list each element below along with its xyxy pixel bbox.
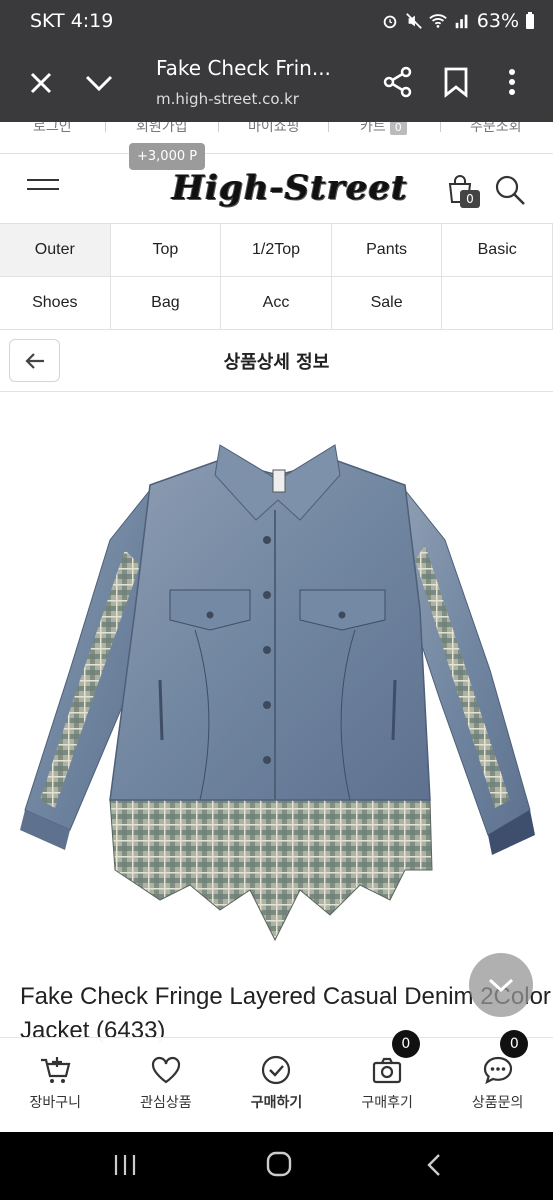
wifi-icon xyxy=(429,14,447,28)
buy-now-button[interactable]: 구매하기 xyxy=(221,1038,332,1132)
heart-icon xyxy=(151,1056,180,1084)
mute-icon xyxy=(405,13,422,29)
more-vertical-icon[interactable] xyxy=(500,66,524,98)
add-to-cart-button[interactable]: 장바구니 xyxy=(0,1038,111,1132)
browser-url[interactable]: m.high-street.co.kr xyxy=(156,90,299,108)
back-nav-icon[interactable] xyxy=(424,1152,444,1178)
divider xyxy=(218,122,219,132)
bookmark-icon[interactable] xyxy=(440,66,472,98)
action-label: 관심상품 xyxy=(140,1095,192,1111)
action-label: 구매하기 xyxy=(250,1095,303,1111)
chat-icon xyxy=(483,1056,512,1085)
chevron-down-icon xyxy=(488,978,514,993)
category-shoes[interactable]: Shoes xyxy=(0,277,111,330)
section-header: 상품상세 정보 xyxy=(0,330,553,392)
browser-toolbar: Fake Check Frin... m.high-street.co.kr xyxy=(0,44,553,122)
category-menu: Outer Top 1/2Top Pants Basic Shoes Bag A… xyxy=(0,224,553,330)
product-image[interactable] xyxy=(10,430,550,950)
status-bar: SKT 4:19 63% xyxy=(0,0,553,44)
signal-icon xyxy=(455,14,468,29)
category-bag[interactable]: Bag xyxy=(110,277,222,330)
action-label: 장바구니 xyxy=(29,1095,82,1111)
status-icons: 63% xyxy=(381,10,535,32)
site-logo[interactable]: High-Street xyxy=(172,168,408,208)
category-pants[interactable]: Pants xyxy=(331,224,443,277)
category-acc[interactable]: Acc xyxy=(221,277,332,330)
category-top[interactable]: Top xyxy=(110,224,222,277)
divider xyxy=(440,122,441,132)
category-empty xyxy=(442,277,553,330)
divider xyxy=(105,122,106,132)
top-links: 로그인 회원가입 마이쇼핑 카트 0 주문조회 xyxy=(0,122,553,154)
cart-link[interactable]: 카트 0 xyxy=(360,122,407,136)
action-label: 상품문의 xyxy=(471,1095,524,1111)
alarm-icon xyxy=(383,15,397,29)
cart-count-badge: 0 xyxy=(460,190,480,208)
reviews-count-badge: 0 xyxy=(391,1030,420,1058)
inquiry-count-badge: 0 xyxy=(500,1030,529,1058)
category-basic[interactable]: Basic xyxy=(442,224,553,277)
battery-level: 63% xyxy=(476,10,519,32)
wishlist-button[interactable]: 관심상품 xyxy=(111,1038,222,1132)
recent-apps-icon[interactable] xyxy=(112,1152,138,1178)
inquiry-button[interactable]: 0 상품문의 xyxy=(442,1030,553,1132)
menu-icon[interactable] xyxy=(27,179,59,199)
divider xyxy=(328,122,329,132)
battery-icon xyxy=(526,12,534,29)
status-time: SKT 4:19 xyxy=(30,10,114,32)
signup-link[interactable]: 회원가입 xyxy=(136,122,188,136)
action-label: 구매후기 xyxy=(361,1095,413,1111)
cart-link-label: 카트 xyxy=(360,122,386,135)
browser-page-title: Fake Check Frin... xyxy=(156,56,331,80)
cart-link-count: 0 xyxy=(389,122,407,135)
points-badge: +3,000 P xyxy=(129,143,206,170)
cart-plus-icon xyxy=(41,1057,71,1083)
search-icon[interactable] xyxy=(494,174,526,206)
category-outer[interactable]: Outer xyxy=(0,224,111,277)
share-icon[interactable] xyxy=(382,66,414,98)
system-nav-bar xyxy=(0,1132,553,1200)
login-link[interactable]: 로그인 xyxy=(33,122,72,136)
section-title: 상품상세 정보 xyxy=(223,352,330,373)
action-bar: 장바구니 관심상품 구매하기 0 구매후기 0 상품문의 xyxy=(0,1030,553,1132)
category-sale[interactable]: Sale xyxy=(331,277,443,330)
order-lookup-link[interactable]: 주문조회 xyxy=(470,122,522,136)
chevron-down-icon[interactable] xyxy=(82,66,116,100)
reviews-button[interactable]: 0 구매후기 xyxy=(332,1030,443,1132)
home-icon[interactable] xyxy=(265,1150,293,1178)
scroll-down-button[interactable] xyxy=(469,953,533,1017)
check-circle-icon xyxy=(262,1055,291,1085)
site-header: High-Street xyxy=(0,154,553,224)
myshop-link[interactable]: 마이쇼핑 xyxy=(248,122,300,136)
camera-icon xyxy=(372,1057,402,1084)
close-icon[interactable] xyxy=(24,66,58,100)
category-half-top[interactable]: 1/2Top xyxy=(221,224,332,277)
